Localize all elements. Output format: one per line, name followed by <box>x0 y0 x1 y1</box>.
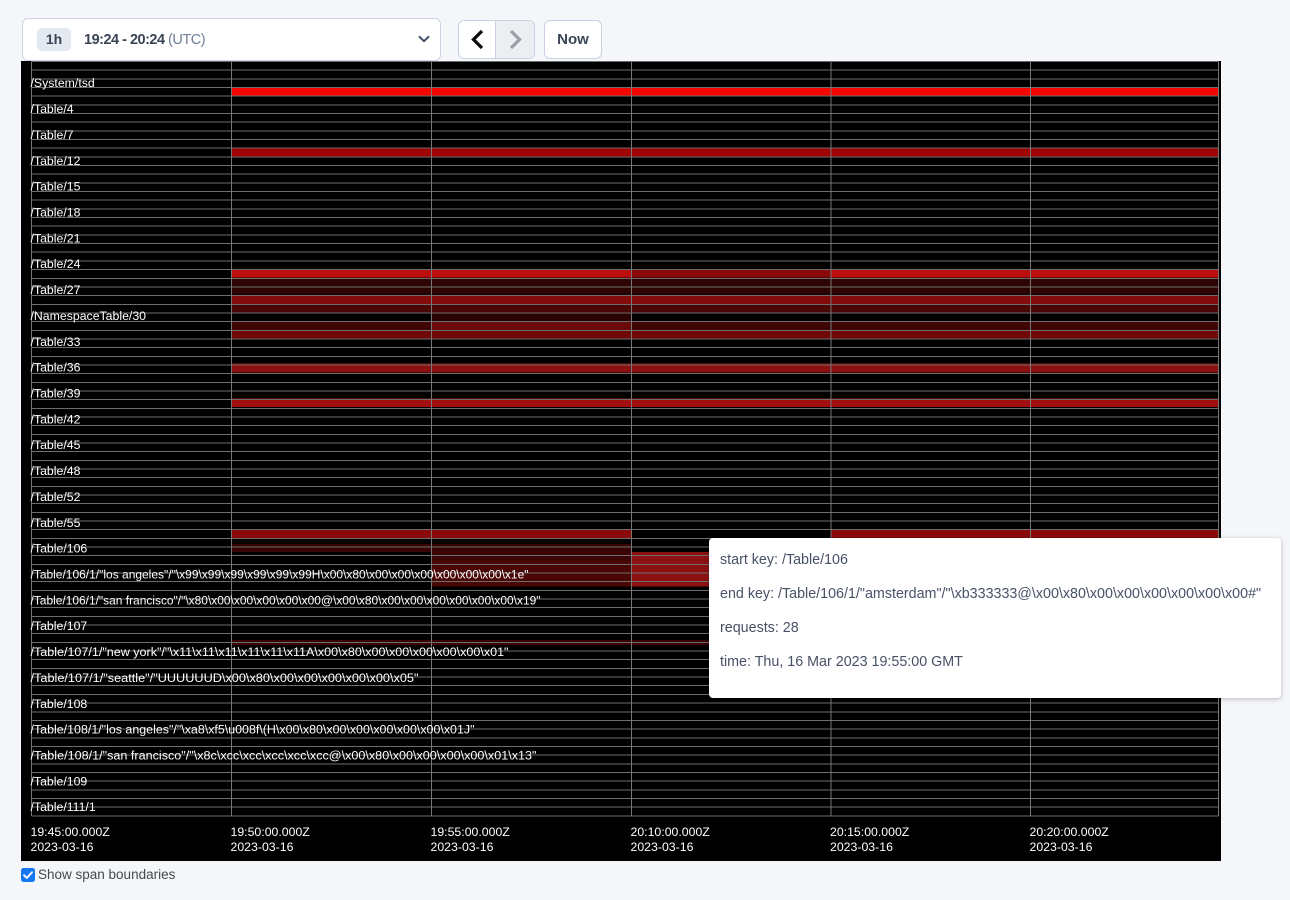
svg-text:/Table/52: /Table/52 <box>31 490 81 504</box>
svg-text:/Table/36: /Table/36 <box>31 361 81 375</box>
svg-text:/Table/108/1/"los angeles"/"\x: /Table/108/1/"los angeles"/"\xa8\xf5\u00… <box>31 723 475 737</box>
svg-text:/Table/45: /Table/45 <box>31 438 81 452</box>
svg-text:/Table/39: /Table/39 <box>31 387 81 401</box>
svg-text:2023-03-16: 2023-03-16 <box>631 840 694 854</box>
svg-text:2023-03-16: 2023-03-16 <box>1030 840 1093 854</box>
svg-text:19:55:00.000Z: 19:55:00.000Z <box>431 825 511 839</box>
svg-text:19:45:00.000Z: 19:45:00.000Z <box>31 825 111 839</box>
svg-text:/Table/106: /Table/106 <box>31 542 88 556</box>
svg-text:/Table/108: /Table/108 <box>31 697 88 711</box>
svg-text:/Table/21: /Table/21 <box>31 231 81 245</box>
svg-text:/Table/33: /Table/33 <box>31 335 81 349</box>
svg-text:/NamespaceTable/30: /NamespaceTable/30 <box>31 309 147 323</box>
svg-text:/Table/18: /Table/18 <box>31 206 81 220</box>
svg-text:20:15:00.000Z: 20:15:00.000Z <box>830 825 910 839</box>
svg-text:/Table/27: /Table/27 <box>31 283 81 297</box>
svg-text:/Table/109: /Table/109 <box>31 774 88 788</box>
svg-text:/System/tsd: /System/tsd <box>31 76 95 90</box>
svg-text:20:10:00.000Z: 20:10:00.000Z <box>631 825 711 839</box>
svg-text:2023-03-16: 2023-03-16 <box>31 840 94 854</box>
svg-text:2023-03-16: 2023-03-16 <box>830 840 893 854</box>
svg-text:/Table/55: /Table/55 <box>31 516 81 530</box>
svg-text:/Table/106/1/"los angeles"/"\x: /Table/106/1/"los angeles"/"\x99\x99\x99… <box>31 568 529 582</box>
svg-text:/Table/4: /Table/4 <box>31 102 74 116</box>
svg-text:/Table/7: /Table/7 <box>31 128 74 142</box>
svg-text:19:50:00.000Z: 19:50:00.000Z <box>231 825 311 839</box>
svg-text:/Table/42: /Table/42 <box>31 412 81 426</box>
svg-text:/Table/111/1: /Table/111/1 <box>31 800 96 814</box>
svg-text:/Table/107/1/"new york"/"\x11\: /Table/107/1/"new york"/"\x11\x11\x11\x1… <box>31 645 509 659</box>
svg-text:/Table/107/1/"seattle"/"UUUUUU: /Table/107/1/"seattle"/"UUUUUUD\x00\x80\… <box>31 671 419 685</box>
svg-text:/Table/48: /Table/48 <box>31 464 81 478</box>
svg-text:/Table/108/1/"san francisco"/": /Table/108/1/"san francisco"/"\x8c\xcc\x… <box>31 749 537 763</box>
svg-text:/Table/106/1/"san francisco"/": /Table/106/1/"san francisco"/"\x80\x00\x… <box>31 593 541 607</box>
svg-text:20:20:00.000Z: 20:20:00.000Z <box>1030 825 1110 839</box>
svg-text:/Table/15: /Table/15 <box>31 180 81 194</box>
svg-text:/Table/107: /Table/107 <box>31 619 88 633</box>
svg-text:/Table/12: /Table/12 <box>31 154 81 168</box>
svg-text:/Table/24: /Table/24 <box>31 257 81 271</box>
svg-text:2023-03-16: 2023-03-16 <box>231 840 294 854</box>
svg-text:2023-03-16: 2023-03-16 <box>431 840 494 854</box>
